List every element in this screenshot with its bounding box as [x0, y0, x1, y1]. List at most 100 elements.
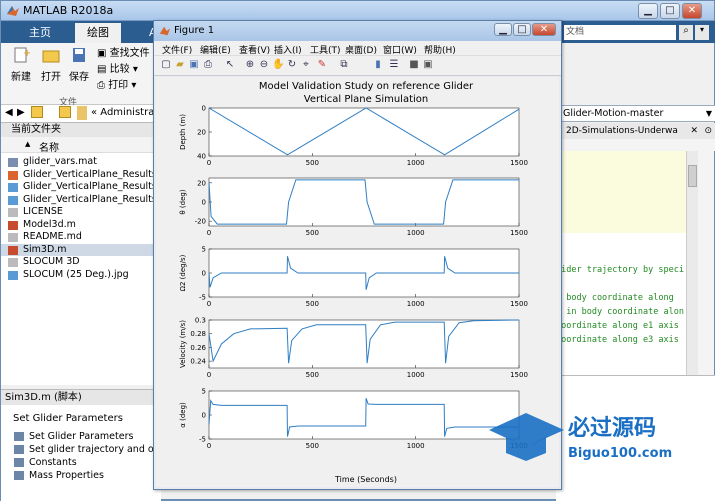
file-list-item[interactable]: SLOCUM 3D: [1, 256, 161, 269]
subplot-2[interactable]: 0 500 1000 1500-20020θ (deg): [179, 177, 528, 237]
figure-close-button[interactable]: ✕: [532, 23, 556, 36]
editor-close-icon[interactable]: ✕: [690, 123, 698, 139]
figure-menubar: 文件(F) 编辑(E) 查看(V) 插入(I) 工具(T) 桌面(D) 窗口(W) 帮助(H): [154, 41, 561, 56]
x-tick-label: 500: [306, 442, 319, 450]
file-list-item[interactable]: Model3d.m: [1, 219, 161, 232]
tab-home[interactable]: 主页: [17, 23, 63, 43]
figure-maximize-button[interactable]: □: [513, 23, 531, 36]
text-file-icon: [8, 233, 18, 242]
code-line[interactable]: coordinate along e3 axis: [556, 335, 688, 345]
x-tick-label: 0: [207, 371, 211, 379]
figure-menu-item[interactable]: 查看(V): [239, 43, 270, 56]
file-list-item[interactable]: Glider_VerticalPlane_Results.j: [1, 194, 161, 207]
current-folder-header: 当前文件夹: [1, 123, 161, 137]
minimize-button[interactable]: ▁: [638, 3, 658, 19]
code-line[interactable]: lider trajectory by speci: [556, 265, 688, 275]
save-figure-icon[interactable]: ▣: [188, 59, 200, 71]
file-name: Sim3D.m: [23, 243, 67, 255]
subplot-1[interactable]: 0 500 1000 1500 0 20 40 Depth (m): [179, 105, 528, 168]
editor-menu-icon[interactable]: ⊙: [704, 123, 712, 139]
file-list-item[interactable]: Sim3D.m: [1, 243, 161, 256]
figure-menu-item[interactable]: 插入(I): [274, 43, 302, 56]
open-file-icon[interactable]: ▰: [174, 59, 186, 71]
hide-tools-icon[interactable]: ■: [408, 59, 420, 71]
subplot-4[interactable]: 0 500 1000 1500 0.24 0.26 0.28 0.3 Velocity (m/s…: [179, 317, 528, 380]
back-icon[interactable]: ◀: [5, 107, 13, 118]
zoom-out-icon[interactable]: ⊖: [258, 59, 270, 71]
editor-tab[interactable]: 2D-Simulations-Underwa ✕ ⊙: [556, 123, 715, 139]
file-list-item[interactable]: Glider_VerticalPlane_Results.f: [1, 169, 161, 182]
y-tick-label: 5: [202, 388, 206, 396]
plot-title-line2: Vertical Plane Simulation: [304, 94, 428, 105]
text-file-icon: [8, 208, 18, 217]
browse-folder-icon[interactable]: [59, 106, 71, 118]
section-item[interactable]: Constants: [1, 456, 161, 469]
forward-icon[interactable]: ▶: [17, 107, 25, 118]
new-figure-icon[interactable]: ▢: [160, 59, 172, 71]
subplot-5[interactable]: 050010001500-505α (deg): [179, 388, 528, 451]
maximize-button[interactable]: □: [660, 3, 680, 19]
section-item[interactable]: Set Glider Parameters: [1, 430, 161, 443]
find-files-button[interactable]: ▣ 查找文件: [97, 47, 150, 61]
code-line[interactable]: coordinate along e1 axis: [556, 321, 688, 331]
compare-button[interactable]: ▤ 比较 ▾: [97, 63, 138, 77]
figure-menu-item[interactable]: 编辑(E): [200, 43, 231, 56]
new-button[interactable]: + 新建: [7, 47, 35, 83]
axes-box[interactable]: [208, 177, 520, 227]
legend-icon[interactable]: ☰: [388, 59, 400, 71]
x-tick-label: 1000: [407, 229, 425, 237]
data-cursor-icon[interactable]: ⌖: [300, 59, 312, 71]
file-list-item[interactable]: LICENSE: [1, 206, 161, 219]
pan-icon[interactable]: ✋: [272, 59, 284, 71]
y-tick-label: 0.28: [190, 330, 206, 338]
y-tick-label: 0.24: [190, 358, 206, 366]
figure-menu-item[interactable]: 窗口(W): [383, 43, 417, 56]
open-button[interactable]: 打开: [37, 47, 65, 83]
file-list-item[interactable]: README.md: [1, 231, 161, 244]
colorbar-icon[interactable]: ▮: [372, 59, 384, 71]
file-list-item[interactable]: Glider_VerticalPlane_Results.j: [1, 181, 161, 194]
scrollbar-thumb[interactable]: [688, 165, 697, 187]
zoom-in-icon[interactable]: ⊕: [244, 59, 256, 71]
figure-menu-item[interactable]: 帮助(H): [424, 43, 456, 56]
show-tools-icon[interactable]: ▣: [422, 59, 434, 71]
search-input[interactable]: 文档: [564, 25, 676, 40]
matlab-logo-icon: [159, 26, 171, 36]
save-button[interactable]: 保存: [65, 47, 93, 83]
folder-dropdown-icon[interactable]: ▼: [706, 106, 712, 121]
link-plot-icon[interactable]: ⧉: [338, 59, 350, 71]
section-item[interactable]: Set glider trajectory and ot...: [1, 443, 166, 456]
subplot-3[interactable]: 0 500 1000 1500-505Ω2 (deg/s): [179, 246, 528, 309]
column-name-header[interactable]: 名称: [39, 139, 59, 154]
figure-minimize-button[interactable]: ▁: [494, 23, 512, 36]
edit-plot-icon[interactable]: ↖: [224, 59, 236, 71]
axes-box[interactable]: [208, 390, 520, 440]
watermark-url-text: Biguo100.com: [568, 446, 672, 461]
editor-scrollbar[interactable]: [686, 151, 698, 375]
figure-menu-item[interactable]: 桌面(D): [345, 43, 377, 56]
figure-menu-item[interactable]: 工具(T): [310, 43, 341, 56]
print-figure-icon[interactable]: ⎙: [202, 59, 214, 71]
x-tick-label: 1500: [510, 229, 528, 237]
section-item[interactable]: Mass Properties: [1, 469, 161, 482]
file-list-item[interactable]: glider_vars.mat: [1, 156, 161, 169]
plot-title-line1: Model Validation Study on reference Glid…: [259, 81, 474, 92]
print-button[interactable]: ⎙ 打印 ▾: [97, 79, 136, 93]
rotate-icon[interactable]: ↻: [286, 59, 298, 71]
folder-path-field[interactable]: Glider-Motion-master ▼: [556, 105, 715, 122]
help-dropdown-icon[interactable]: ▾: [695, 25, 709, 40]
brush-icon[interactable]: ✎: [316, 59, 328, 71]
y-axis-label: Velocity (m/s): [179, 320, 187, 368]
close-button[interactable]: ✕: [682, 3, 702, 19]
axes-box[interactable]: [208, 319, 520, 369]
up-folder-icon[interactable]: [31, 106, 43, 118]
figure-menu-item[interactable]: 文件(F): [162, 43, 192, 56]
search-icon[interactable]: ⌕: [679, 25, 693, 40]
address-bar[interactable]: ◀ ▶ « Administrato: [1, 105, 164, 123]
code-line[interactable]: n body coordinate along: [556, 293, 688, 303]
y-tick-label: 0.26: [190, 344, 206, 352]
code-line[interactable]: l in body coordinate alon: [556, 307, 688, 317]
axes-box[interactable]: [208, 107, 520, 157]
file-list-item[interactable]: SLOCUM (25 Deg.).jpg: [1, 269, 161, 282]
tab-plots[interactable]: 绘图: [75, 23, 121, 43]
